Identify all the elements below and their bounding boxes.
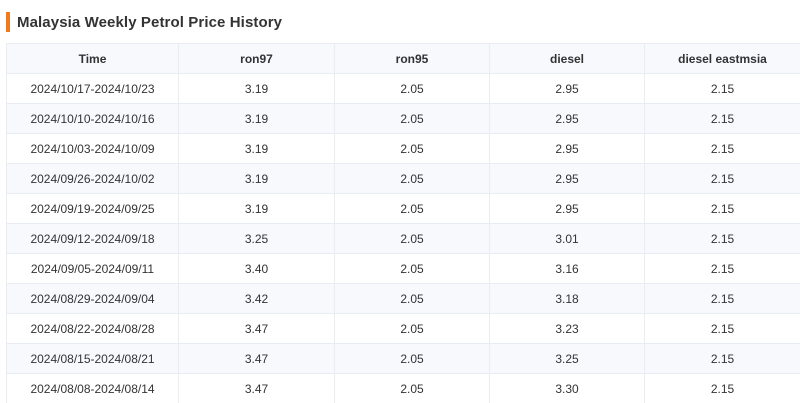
cell-ron97: 3.47 <box>178 373 335 403</box>
cell-diesel-eastmsia: 2.15 <box>644 313 800 344</box>
cell-time: 2024/09/05-2024/09/11 <box>6 253 179 284</box>
cell-time: 2024/08/15-2024/08/21 <box>6 343 179 374</box>
table-row: 2024/10/17-2024/10/23 3.19 2.05 2.95 2.1… <box>6 73 800 104</box>
cell-time: 2024/08/22-2024/08/28 <box>6 313 179 344</box>
cell-diesel: 3.16 <box>489 253 645 284</box>
cell-ron95: 2.05 <box>334 223 490 254</box>
cell-diesel-eastmsia: 2.15 <box>644 133 800 164</box>
cell-diesel: 3.30 <box>489 373 645 403</box>
table-header-row: Time ron97 ron95 diesel diesel eastmsia <box>6 43 800 74</box>
cell-diesel-eastmsia: 2.15 <box>644 163 800 194</box>
cell-ron97: 3.40 <box>178 253 335 284</box>
cell-ron97: 3.19 <box>178 73 335 104</box>
cell-diesel-eastmsia: 2.15 <box>644 373 800 403</box>
column-header-time: Time <box>6 43 179 74</box>
cell-ron95: 2.05 <box>334 133 490 164</box>
cell-diesel: 3.25 <box>489 343 645 374</box>
table-row: 2024/08/22-2024/08/28 3.47 2.05 3.23 2.1… <box>6 313 800 344</box>
title-accent-bar <box>6 12 10 32</box>
cell-diesel: 3.01 <box>489 223 645 254</box>
table-row: 2024/10/10-2024/10/16 3.19 2.05 2.95 2.1… <box>6 103 800 134</box>
cell-diesel: 3.18 <box>489 283 645 314</box>
cell-time: 2024/09/26-2024/10/02 <box>6 163 179 194</box>
cell-ron95: 2.05 <box>334 283 490 314</box>
cell-diesel-eastmsia: 2.15 <box>644 193 800 224</box>
cell-diesel-eastmsia: 2.15 <box>644 343 800 374</box>
cell-ron95: 2.05 <box>334 313 490 344</box>
cell-time: 2024/10/03-2024/10/09 <box>6 133 179 164</box>
cell-ron95: 2.05 <box>334 373 490 403</box>
table-row: 2024/09/26-2024/10/02 3.19 2.05 2.95 2.1… <box>6 163 800 194</box>
cell-ron97: 3.19 <box>178 193 335 224</box>
cell-ron95: 2.05 <box>334 163 490 194</box>
page-title: Malaysia Weekly Petrol Price History <box>17 13 283 31</box>
column-header-diesel-eastmsia: diesel eastmsia <box>644 43 800 74</box>
cell-ron95: 2.05 <box>334 73 490 104</box>
column-header-ron95: ron95 <box>334 43 490 74</box>
cell-diesel-eastmsia: 2.15 <box>644 283 800 314</box>
cell-ron97: 3.42 <box>178 283 335 314</box>
page: Malaysia Weekly Petrol Price History Tim… <box>0 0 800 403</box>
cell-ron97: 3.47 <box>178 313 335 344</box>
section-header: Malaysia Weekly Petrol Price History <box>6 12 282 32</box>
cell-time: 2024/08/08-2024/08/14 <box>6 373 179 403</box>
table-row: 2024/10/03-2024/10/09 3.19 2.05 2.95 2.1… <box>6 133 800 164</box>
cell-time: 2024/10/10-2024/10/16 <box>6 103 179 134</box>
cell-ron97: 3.47 <box>178 343 335 374</box>
column-header-ron97: ron97 <box>178 43 335 74</box>
cell-time: 2024/09/19-2024/09/25 <box>6 193 179 224</box>
cell-ron95: 2.05 <box>334 343 490 374</box>
cell-time: 2024/10/17-2024/10/23 <box>6 73 179 104</box>
cell-diesel: 2.95 <box>489 163 645 194</box>
table-row: 2024/09/19-2024/09/25 3.19 2.05 2.95 2.1… <box>6 193 800 224</box>
price-history-table: Time ron97 ron95 diesel diesel eastmsia … <box>6 43 800 403</box>
table-row: 2024/09/12-2024/09/18 3.25 2.05 3.01 2.1… <box>6 223 800 254</box>
cell-diesel-eastmsia: 2.15 <box>644 223 800 254</box>
cell-ron95: 2.05 <box>334 193 490 224</box>
cell-diesel-eastmsia: 2.15 <box>644 73 800 104</box>
cell-diesel-eastmsia: 2.15 <box>644 103 800 134</box>
cell-diesel: 2.95 <box>489 193 645 224</box>
cell-diesel: 2.95 <box>489 103 645 134</box>
cell-ron97: 3.19 <box>178 133 335 164</box>
table-row: 2024/08/15-2024/08/21 3.47 2.05 3.25 2.1… <box>6 343 800 374</box>
cell-diesel-eastmsia: 2.15 <box>644 253 800 284</box>
table-row: 2024/08/29-2024/09/04 3.42 2.05 3.18 2.1… <box>6 283 800 314</box>
cell-time: 2024/08/29-2024/09/04 <box>6 283 179 314</box>
cell-ron95: 2.05 <box>334 103 490 134</box>
cell-ron97: 3.19 <box>178 103 335 134</box>
cell-ron95: 2.05 <box>334 253 490 284</box>
column-header-diesel: diesel <box>489 43 645 74</box>
table-row: 2024/09/05-2024/09/11 3.40 2.05 3.16 2.1… <box>6 253 800 284</box>
cell-diesel: 2.95 <box>489 73 645 104</box>
cell-diesel: 2.95 <box>489 133 645 164</box>
table-row: 2024/08/08-2024/08/14 3.47 2.05 3.30 2.1… <box>6 373 800 403</box>
cell-ron97: 3.25 <box>178 223 335 254</box>
cell-diesel: 3.23 <box>489 313 645 344</box>
cell-ron97: 3.19 <box>178 163 335 194</box>
cell-time: 2024/09/12-2024/09/18 <box>6 223 179 254</box>
